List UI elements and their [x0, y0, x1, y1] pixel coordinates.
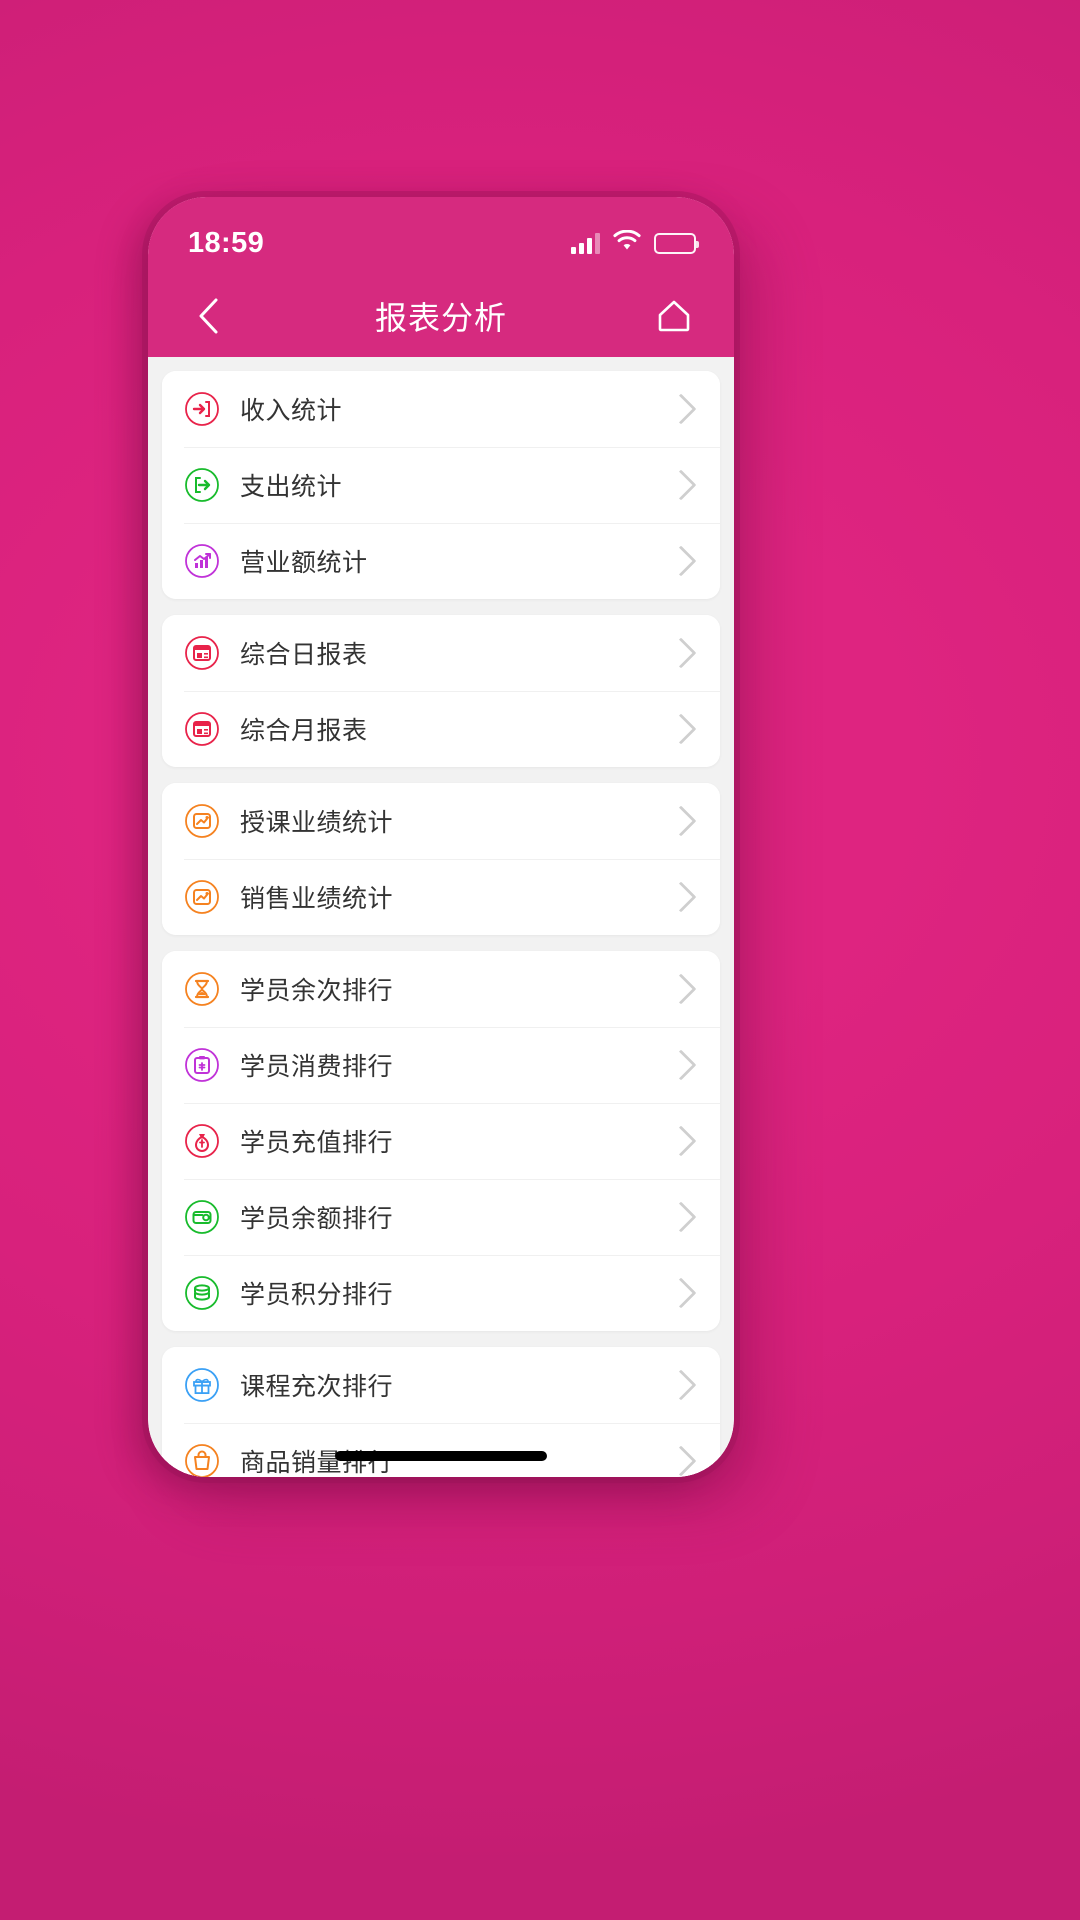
list-item-label: 学员余次排行	[240, 977, 394, 1005]
turnover-chart-icon	[184, 543, 220, 579]
list-item-student-points[interactable]: 学员积分排行	[162, 1255, 720, 1331]
list-item-label: 销售业绩统计	[240, 885, 394, 913]
wallpaper-background: 18:59 报表分析 收入统计 支出统计 营业额统计 综合日报表 综合月报表 授…	[0, 0, 1080, 1920]
list-item-label: 综合日报表	[240, 641, 368, 669]
phone-device: 18:59 报表分析 收入统计 支出统计 营业额统计 综合日报表 综合月报表 授…	[148, 197, 734, 1477]
chevron-right-icon	[665, 1445, 697, 1477]
list-item-label: 学员余额排行	[240, 1205, 394, 1233]
card-statistics: 收入统计 支出统计 营业额统计	[162, 371, 720, 599]
chevron-right-icon	[665, 545, 697, 577]
list-item-student-remaining-sessions[interactable]: 学员余次排行	[162, 951, 720, 1027]
chevron-right-icon	[665, 1049, 697, 1081]
phone-screen: 18:59 报表分析 收入统计 支出统计 营业额统计 综合日报表 综合月报表 授…	[148, 197, 734, 1477]
wifi-icon	[613, 229, 641, 256]
expense-arrow-out-icon	[184, 467, 220, 503]
chevron-right-icon	[665, 1125, 697, 1157]
card-student-rankings: 学员余次排行 学员消费排行 学员充值排行 学员余额排行 学员积分排行	[162, 951, 720, 1331]
list-item-label: 营业额统计	[240, 549, 368, 577]
money-bag-icon	[184, 1123, 220, 1159]
list-item-label: 综合月报表	[240, 717, 368, 745]
daily-report-icon	[184, 635, 220, 671]
signal-bars-icon	[571, 232, 600, 254]
list-item-sales-performance[interactable]: 销售业绩统计	[162, 859, 720, 935]
home-button[interactable]	[646, 288, 702, 344]
chevron-right-icon	[665, 713, 697, 745]
chevron-right-icon	[665, 973, 697, 1005]
list-item-label: 学员充值排行	[240, 1129, 394, 1157]
nav-bar: 报表分析	[148, 275, 734, 357]
list-item-label: 学员消费排行	[240, 1053, 394, 1081]
clipboard-money-icon	[184, 1047, 220, 1083]
chevron-right-icon	[665, 881, 697, 913]
list-item-turnover-statistics[interactable]: 营业额统计	[162, 523, 720, 599]
list-item-label: 授课业绩统计	[240, 809, 394, 837]
list-item-expense-statistics[interactable]: 支出统计	[162, 447, 720, 523]
list-item-label: 支出统计	[240, 473, 343, 501]
status-bar: 18:59	[148, 197, 734, 275]
chevron-right-icon	[665, 805, 697, 837]
list-item-label: 学员积分排行	[240, 1281, 394, 1309]
list-item-student-recharge[interactable]: 学员充值排行	[162, 1103, 720, 1179]
chevron-right-icon	[665, 637, 697, 669]
list-item-label: 收入统计	[240, 397, 343, 425]
status-icons	[571, 229, 699, 256]
monthly-report-icon	[184, 711, 220, 747]
chevron-right-icon	[665, 1277, 697, 1309]
list-item-student-consumption[interactable]: 学员消费排行	[162, 1027, 720, 1103]
list-item-teaching-performance[interactable]: 授课业绩统计	[162, 783, 720, 859]
back-button[interactable]	[180, 288, 236, 344]
chevron-right-icon	[665, 469, 697, 501]
chevron-right-icon	[665, 393, 697, 425]
report-list[interactable]: 收入统计 支出统计 营业额统计 综合日报表 综合月报表 授课业绩统计 销售业绩统…	[148, 357, 734, 1477]
gift-icon	[184, 1367, 220, 1403]
list-item-label: 课程充次排行	[240, 1373, 394, 1401]
home-indicator[interactable]	[335, 1451, 547, 1461]
income-arrow-in-icon	[184, 391, 220, 427]
list-item-income-statistics[interactable]: 收入统计	[162, 371, 720, 447]
battery-icon	[654, 232, 699, 254]
coins-stack-icon	[184, 1275, 220, 1311]
product-icon	[184, 1443, 220, 1477]
chevron-right-icon	[665, 1201, 697, 1233]
list-item-student-balance[interactable]: 学员余额排行	[162, 1179, 720, 1255]
list-item-course-recharge-sessions[interactable]: 课程充次排行	[162, 1347, 720, 1423]
list-item-product-sales-ranking[interactable]: 商品销量排行	[162, 1423, 720, 1477]
wallet-icon	[184, 1199, 220, 1235]
card-performance: 授课业绩统计 销售业绩统计	[162, 783, 720, 935]
sales-performance-icon	[184, 879, 220, 915]
teaching-performance-icon	[184, 803, 220, 839]
status-time: 18:59	[188, 226, 265, 259]
hourglass-icon	[184, 971, 220, 1007]
list-item-daily-report[interactable]: 综合日报表	[162, 615, 720, 691]
list-item-monthly-report[interactable]: 综合月报表	[162, 691, 720, 767]
chevron-right-icon	[665, 1369, 697, 1401]
card-reports: 综合日报表 综合月报表	[162, 615, 720, 767]
